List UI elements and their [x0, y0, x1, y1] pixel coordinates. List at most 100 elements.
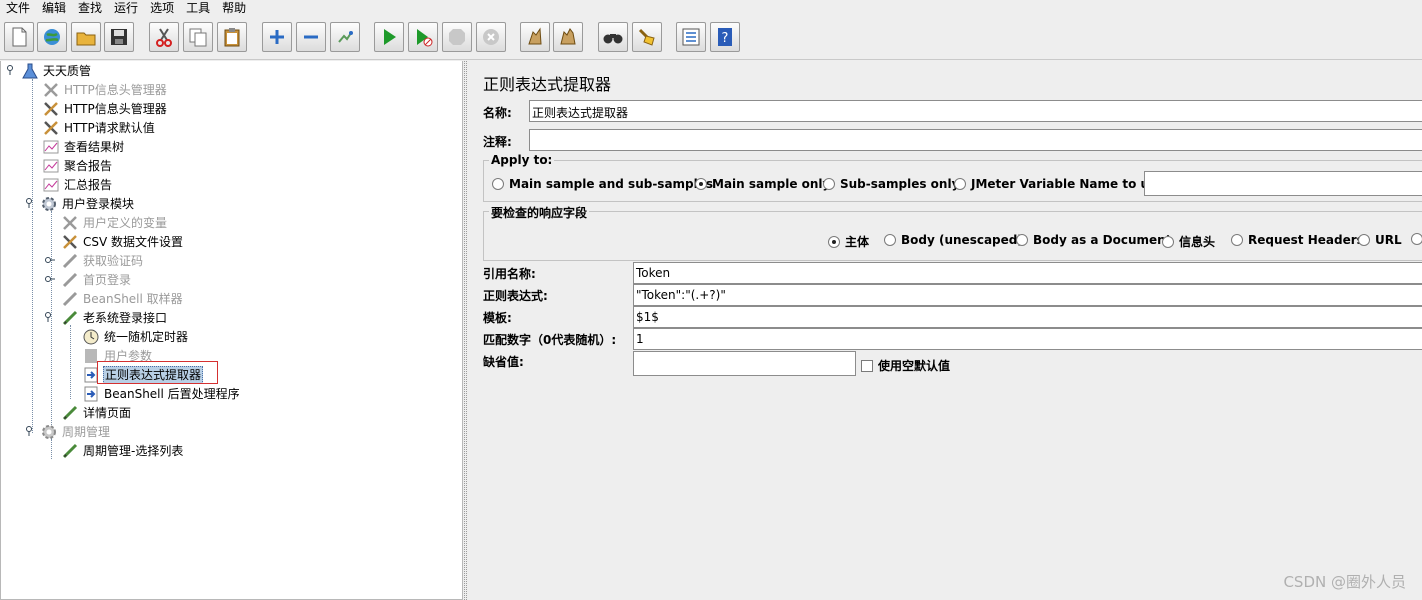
apply-sub-only-radio[interactable]: Sub-samples only	[823, 177, 959, 191]
thread-group-icon	[40, 423, 58, 441]
save-button[interactable]	[104, 22, 134, 52]
stop-button[interactable]	[442, 22, 472, 52]
tree-expand-icon[interactable]	[7, 65, 17, 75]
clear-all-button[interactable]	[553, 22, 583, 52]
expand-icon	[270, 30, 284, 44]
tree-expand-icon[interactable]	[45, 274, 55, 284]
tree-item[interactable]: BeanShell 取样器	[61, 289, 184, 308]
shutdown-icon	[483, 29, 499, 45]
tree-item[interactable]: HTTP信息头管理器	[42, 80, 168, 99]
regex-field[interactable]: "Token":"(.+?)"	[633, 284, 1422, 306]
open-icon	[76, 32, 96, 46]
shutdown-button[interactable]	[476, 22, 506, 52]
field-body-radio[interactable]: 主体	[828, 233, 869, 250]
match-no-field[interactable]: 1	[633, 328, 1422, 350]
name-field[interactable]: 正则表达式提取器	[529, 100, 1422, 122]
tree-item-thread-group[interactable]: 周期管理	[26, 422, 111, 441]
new-button[interactable]	[4, 22, 34, 52]
pane-splitter[interactable]	[463, 61, 473, 600]
apply-main-only-radio[interactable]: Main sample only	[695, 177, 830, 191]
tree-item[interactable]: 周期管理-选择列表	[61, 441, 184, 460]
menu-help[interactable]: 帮助	[216, 1, 252, 15]
postprocessor-icon	[82, 385, 100, 403]
clear-button[interactable]	[520, 22, 550, 52]
apply-jmeter-var-radio[interactable]: JMeter Variable Name to use	[954, 177, 1164, 191]
jmeter-variable-field[interactable]	[1144, 171, 1422, 196]
field-request-headers-radio[interactable]: Request Headers	[1231, 233, 1364, 247]
comment-field[interactable]	[529, 129, 1422, 151]
sampler-icon	[61, 404, 79, 422]
test-plan-icon	[21, 62, 39, 80]
sampler-icon	[61, 271, 79, 289]
tree-item[interactable]: 首页登录	[45, 270, 132, 289]
toggle-button[interactable]	[330, 22, 360, 52]
config-tool-icon	[42, 119, 60, 137]
menu-file[interactable]: 文件	[0, 1, 36, 15]
function-helper-icon	[682, 28, 700, 46]
search-icon	[603, 34, 623, 44]
clear-all-icon	[560, 28, 576, 45]
tree-expand-icon[interactable]	[45, 312, 55, 322]
expand-all-button[interactable]	[262, 22, 292, 52]
copy-button[interactable]	[183, 22, 213, 52]
listener-icon	[42, 176, 60, 194]
tree-item[interactable]: 聚合报告	[42, 156, 113, 175]
template-field[interactable]: $1$	[633, 306, 1422, 328]
ref-name-field[interactable]: Token	[633, 262, 1422, 284]
tree-item[interactable]: 汇总报告	[42, 175, 113, 194]
tree-item[interactable]: 查看结果树	[42, 137, 125, 156]
tree-item[interactable]: 统一随机定时器	[82, 327, 189, 346]
tree-item[interactable]: CSV 数据文件设置	[61, 232, 184, 251]
radio-dot	[954, 178, 966, 190]
tree-expand-icon[interactable]	[26, 426, 36, 436]
help-button[interactable]: ?	[710, 22, 740, 52]
apply-main-and-sub-radio[interactable]: Main sample and sub-samples	[492, 177, 713, 191]
field-headers-radio[interactable]: 信息头	[1162, 233, 1215, 250]
svg-text:?: ?	[722, 31, 729, 46]
open-button[interactable]	[71, 22, 101, 52]
radio-dot	[1231, 234, 1243, 246]
tree-item[interactable]: HTTP请求默认值	[42, 118, 156, 137]
tree-item[interactable]: HTTP信息头管理器	[42, 99, 168, 118]
use-empty-default-checkbox[interactable]: 使用空默认值	[861, 357, 950, 374]
tree-item-test-plan[interactable]: 天天质管	[7, 61, 92, 80]
tree-item[interactable]: 详情页面	[61, 403, 132, 422]
regex-label: 正则表达式:	[483, 289, 548, 303]
start-button[interactable]	[374, 22, 404, 52]
match-no-label: 匹配数字（0代表随机）:	[483, 333, 617, 347]
config-tool-icon	[61, 214, 79, 232]
search-button[interactable]	[598, 22, 628, 52]
start-icon	[384, 29, 396, 45]
function-helper-button[interactable]	[676, 22, 706, 52]
field-body-document-radio[interactable]: Body as a Document	[1016, 233, 1171, 247]
cut-button[interactable]	[149, 22, 179, 52]
menu-search[interactable]: 查找	[72, 1, 108, 15]
paste-button[interactable]	[217, 22, 247, 52]
reset-search-button[interactable]	[632, 22, 662, 52]
tree-item[interactable]: 获取验证码	[45, 251, 144, 270]
collapse-all-button[interactable]	[296, 22, 326, 52]
tree-item[interactable]: 用户定义的变量	[61, 213, 168, 232]
name-label: 名称:	[483, 106, 512, 120]
tree-item-thread-group[interactable]: 用户登录模块	[26, 194, 135, 213]
menu-run[interactable]: 运行	[108, 1, 144, 15]
template-label: 模板:	[483, 311, 512, 325]
field-check-title: 要检查的响应字段	[489, 204, 590, 221]
cut-icon	[156, 28, 172, 47]
start-no-pause-button[interactable]	[408, 22, 438, 52]
tree-item[interactable]: BeanShell 后置处理程序	[82, 384, 241, 403]
field-more-radio[interactable]	[1411, 233, 1422, 245]
panel-title: 正则表达式提取器	[483, 75, 612, 94]
tree-expand-icon[interactable]	[45, 255, 55, 265]
menu-tools[interactable]: 工具	[180, 1, 216, 15]
field-body-unescaped-radio[interactable]: Body (unescaped)	[884, 233, 1023, 247]
menu-edit[interactable]: 编辑	[36, 1, 72, 15]
tree-item[interactable]: 老系统登录接口	[45, 308, 168, 327]
field-url-radio[interactable]: URL	[1358, 233, 1402, 247]
menu-options[interactable]: 选项	[144, 1, 180, 15]
tree-expand-icon[interactable]	[26, 198, 36, 208]
save-icon	[111, 29, 127, 45]
test-plan-tree[interactable]: 天天质管 HTTP信息头管理器 HTTP信息头管理器 HTTP请求默认值 查看结…	[0, 61, 463, 600]
templates-button[interactable]	[37, 22, 67, 52]
default-value-field[interactable]	[633, 351, 856, 376]
